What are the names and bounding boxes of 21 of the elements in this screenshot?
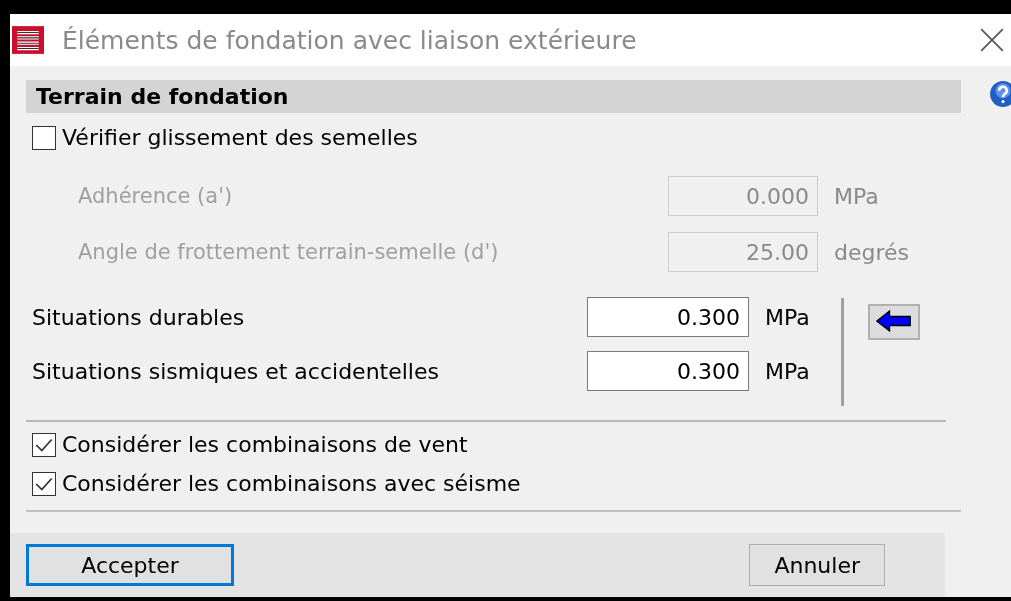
unit-label: MPa xyxy=(765,358,810,384)
checkbox[interactable] xyxy=(32,125,56,150)
section-header: Terrain de fondation xyxy=(26,80,961,113)
field-label: Situations sismiques et accidentelles xyxy=(31,358,440,384)
arrow-button[interactable] xyxy=(868,304,920,340)
checkbox[interactable] xyxy=(32,432,56,457)
checkbox[interactable] xyxy=(32,471,56,496)
unit-label: degrés xyxy=(834,239,910,265)
unit-label: MPa xyxy=(834,183,879,209)
dialog-button[interactable]: Annuler xyxy=(749,544,885,586)
input-field[interactable]: 0.300 xyxy=(587,351,749,391)
field-label: Angle de frottement terrain-semelle (d') xyxy=(77,240,500,264)
input-field[interactable]: 0.300 xyxy=(587,297,749,337)
unit-label: MPa xyxy=(765,304,810,330)
dialog-button[interactable]: Accepter xyxy=(26,544,234,586)
window-title: Éléments de fondation avec liaison extérieure xyxy=(62,25,638,55)
close-icon[interactable] xyxy=(979,27,1005,53)
field-label: Adhérence (a') xyxy=(77,184,234,208)
left-arrow-icon xyxy=(876,308,912,334)
field-label: Situations durables xyxy=(31,304,246,330)
help-icon[interactable] xyxy=(989,80,1011,108)
